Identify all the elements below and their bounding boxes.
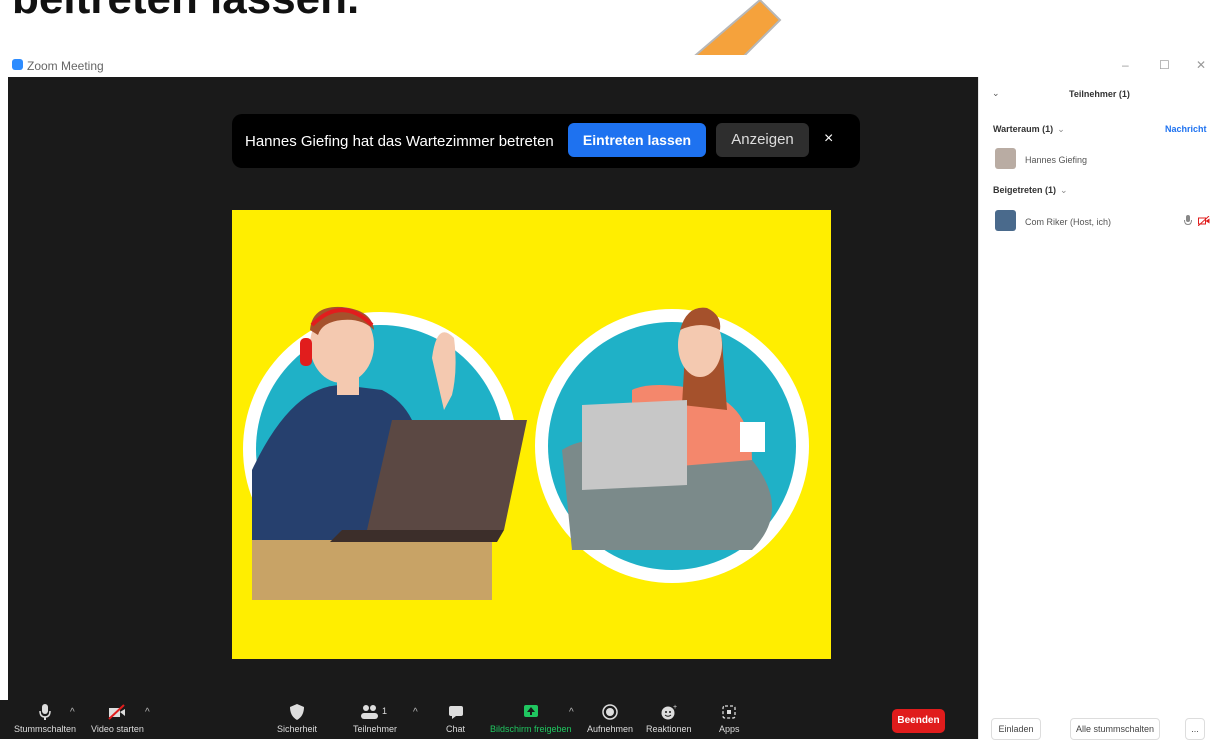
share-options-chevron-icon[interactable]: ^ bbox=[569, 707, 574, 718]
end-meeting-button[interactable]: Beenden bbox=[892, 709, 945, 733]
participants-options-chevron-icon[interactable]: ^ bbox=[413, 707, 418, 718]
joined-participant-name[interactable]: Com Riker (Host, ich) bbox=[1025, 217, 1111, 227]
share-screen-label: Bildschirm freigeben bbox=[490, 724, 572, 734]
start-video-button[interactable]: Video starten bbox=[91, 704, 144, 734]
chat-label: Chat bbox=[446, 724, 466, 734]
apps-label: Apps bbox=[719, 724, 740, 734]
avatar bbox=[995, 210, 1016, 231]
message-link[interactable]: Nachricht bbox=[1165, 124, 1207, 134]
waiting-participant-name[interactable]: Hannes Giefing bbox=[1025, 155, 1087, 165]
participants-label: Teilnehmer bbox=[353, 724, 398, 734]
slide-caption: beitreten lassen. bbox=[12, 0, 359, 24]
emoji-icon: + bbox=[661, 704, 677, 720]
record-label: Aufnehmen bbox=[587, 724, 634, 734]
video-off-icon bbox=[1198, 216, 1210, 226]
waiting-room-notification: Hannes Giefing hat das Wartezimmer betre… bbox=[232, 114, 860, 168]
microphone-icon bbox=[1184, 215, 1192, 226]
microphone-icon bbox=[39, 704, 51, 720]
chat-icon bbox=[448, 706, 463, 719]
shield-icon bbox=[290, 704, 305, 720]
view-button[interactable]: Anzeigen bbox=[716, 123, 809, 157]
invite-button[interactable]: Einladen bbox=[991, 718, 1041, 740]
audio-options-chevron-icon[interactable]: ^ bbox=[70, 707, 75, 718]
notification-message: Hannes Giefing hat das Wartezimmer betre… bbox=[245, 133, 554, 150]
record-button[interactable]: Aufnehmen bbox=[587, 704, 633, 734]
mute-all-button[interactable]: Alle stummschalten bbox=[1070, 718, 1160, 740]
mute-label: Stummschalten bbox=[14, 724, 77, 734]
panel-title: Teilnehmer (1) bbox=[1069, 89, 1130, 99]
chat-button[interactable]: Chat bbox=[446, 704, 465, 734]
waiting-room-section[interactable]: Warteraum (1) ⌄ bbox=[993, 124, 1065, 135]
participants-count: 1 bbox=[382, 706, 387, 716]
share-screen-button[interactable]: Bildschirm freigeben bbox=[490, 704, 572, 734]
video-off-icon bbox=[108, 704, 126, 720]
shared-illustration bbox=[232, 210, 831, 659]
participants-panel: ⌄ Teilnehmer (1) Warteraum (1) ⌄ Nachrich… bbox=[978, 77, 1212, 740]
security-label: Sicherheit bbox=[277, 724, 318, 734]
share-screen-icon bbox=[523, 705, 538, 717]
mute-button[interactable]: Stummschalten bbox=[14, 704, 76, 734]
joined-chevron-icon: ⌄ bbox=[1060, 185, 1068, 195]
avatar bbox=[995, 148, 1016, 169]
close-notification-icon[interactable]: × bbox=[824, 130, 833, 148]
waiting-room-label: Warteraum (1) bbox=[993, 124, 1054, 134]
joined-label: Beigetreten (1) bbox=[993, 185, 1057, 195]
window-title: Zoom Meeting bbox=[27, 59, 104, 73]
minimize-icon[interactable]: – bbox=[1122, 58, 1129, 72]
security-button[interactable]: Sicherheit bbox=[277, 704, 317, 734]
admit-button[interactable]: Eintreten lassen bbox=[568, 123, 706, 157]
reactions-label: Reaktionen bbox=[646, 724, 692, 734]
collapse-panel-chevron-icon[interactable]: ⌄ bbox=[992, 88, 1000, 99]
apps-icon bbox=[722, 705, 736, 719]
record-icon bbox=[602, 704, 618, 720]
svg-text:+: + bbox=[673, 704, 677, 711]
window-titlebar: Zoom Meeting – ☐ ✕ bbox=[0, 55, 1212, 77]
joined-section[interactable]: Beigetreten (1) ⌄ bbox=[993, 185, 1068, 196]
participants-icon: 1 bbox=[361, 705, 387, 719]
waiting-room-chevron-icon: ⌄ bbox=[1057, 124, 1065, 134]
zoom-logo-icon bbox=[12, 59, 23, 70]
more-options-button[interactable]: ... bbox=[1185, 718, 1205, 740]
start-video-label: Video starten bbox=[91, 724, 144, 734]
apps-button[interactable]: Apps bbox=[719, 704, 740, 734]
meeting-toolbar: Stummschalten ^ Video starten ^ Sicherhe… bbox=[0, 700, 978, 739]
maximize-icon[interactable]: ☐ bbox=[1159, 58, 1170, 72]
participants-button[interactable]: 1 Teilnehmer bbox=[353, 704, 397, 734]
video-options-chevron-icon[interactable]: ^ bbox=[145, 707, 150, 718]
close-window-icon[interactable]: ✕ bbox=[1196, 58, 1206, 72]
reactions-button[interactable]: + Reaktionen bbox=[646, 704, 692, 734]
